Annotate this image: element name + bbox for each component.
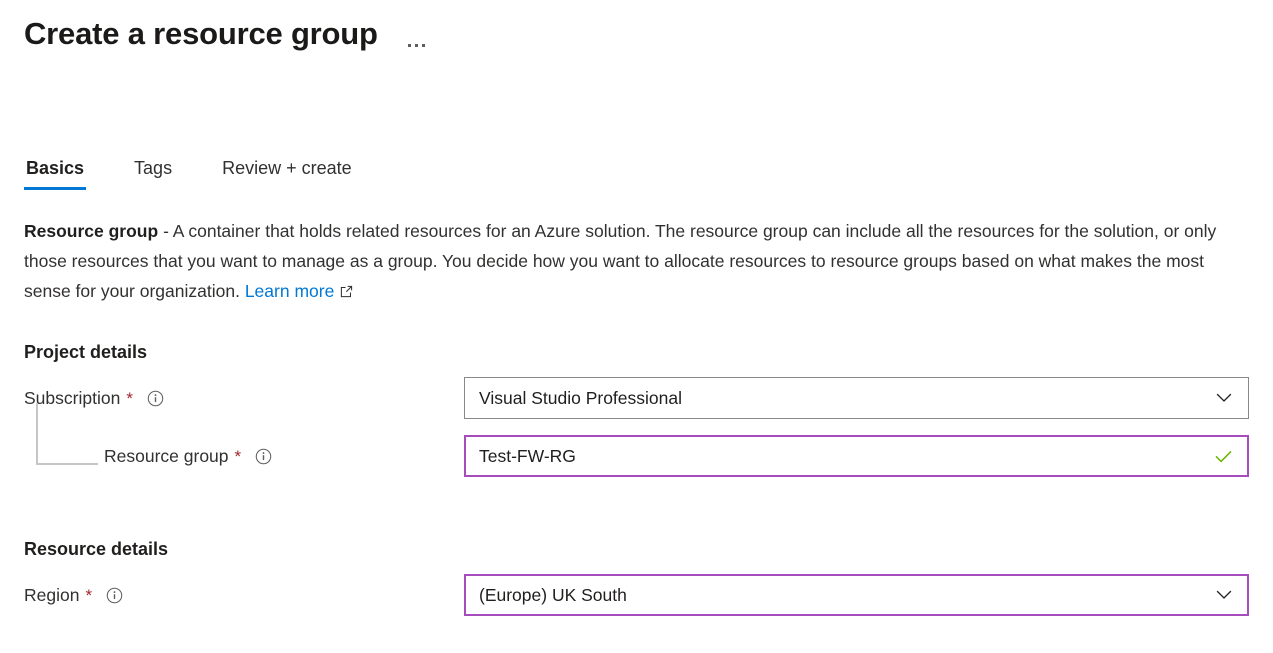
section-spacer <box>24 479 1249 505</box>
subscription-label-cell: Subscription * <box>24 388 464 409</box>
field-row-resource-group: Resource group * Test-FW-RG <box>24 433 1249 479</box>
field-row-region: Region * (Europe) UK South <box>24 572 1249 618</box>
learn-more-link[interactable]: Learn more <box>245 281 335 301</box>
tab-basics[interactable]: Basics <box>24 158 86 190</box>
resource-group-value: Test-FW-RG <box>479 446 1205 467</box>
subscription-dropdown[interactable]: Visual Studio Professional <box>464 377 1249 419</box>
create-resource-group-blade: Create a resource group Basics Tags Revi… <box>0 0 1273 653</box>
required-marker: * <box>126 390 133 407</box>
blade-tabs: Basics Tags Review + create <box>24 152 1249 190</box>
info-icon[interactable] <box>105 586 124 605</box>
region-label-cell: Region * <box>24 585 464 606</box>
region-label: Region <box>24 585 79 606</box>
subscription-value: Visual Studio Professional <box>479 388 1206 409</box>
ellipsis-dot <box>415 44 418 47</box>
resource-group-input[interactable]: Test-FW-RG <box>464 435 1249 477</box>
section-heading-project-details: Project details <box>24 342 1249 363</box>
region-dropdown[interactable]: (Europe) UK South <box>464 574 1249 616</box>
info-icon[interactable] <box>146 389 165 408</box>
resource-group-label: Resource group <box>104 446 229 467</box>
blade-header: Create a resource group <box>24 0 1249 60</box>
tab-review-create[interactable]: Review + create <box>220 158 354 190</box>
description-body: - A container that holds related resourc… <box>24 221 1216 301</box>
section-heading-resource-details: Resource details <box>24 539 1249 560</box>
external-link-icon <box>339 278 354 308</box>
region-value: (Europe) UK South <box>479 585 1206 606</box>
chevron-down-icon <box>1214 388 1234 408</box>
ellipsis-icon[interactable] <box>408 13 425 56</box>
required-marker: * <box>85 587 92 604</box>
check-icon <box>1213 446 1234 467</box>
subscription-label: Subscription <box>24 388 120 409</box>
resource-group-label-cell: Resource group * <box>24 446 464 467</box>
ellipsis-dot <box>408 44 411 47</box>
chevron-down-icon <box>1214 585 1234 605</box>
field-row-subscription: Subscription * Visual Studio Professiona… <box>24 375 1249 421</box>
required-marker: * <box>235 448 242 465</box>
blade-description: Resource group - A container that holds … <box>24 216 1234 308</box>
ellipsis-dot <box>422 44 425 47</box>
tab-tags[interactable]: Tags <box>132 158 174 190</box>
info-icon[interactable] <box>254 447 273 466</box>
page-title: Create a resource group <box>24 17 378 51</box>
description-lead: Resource group <box>24 221 158 241</box>
